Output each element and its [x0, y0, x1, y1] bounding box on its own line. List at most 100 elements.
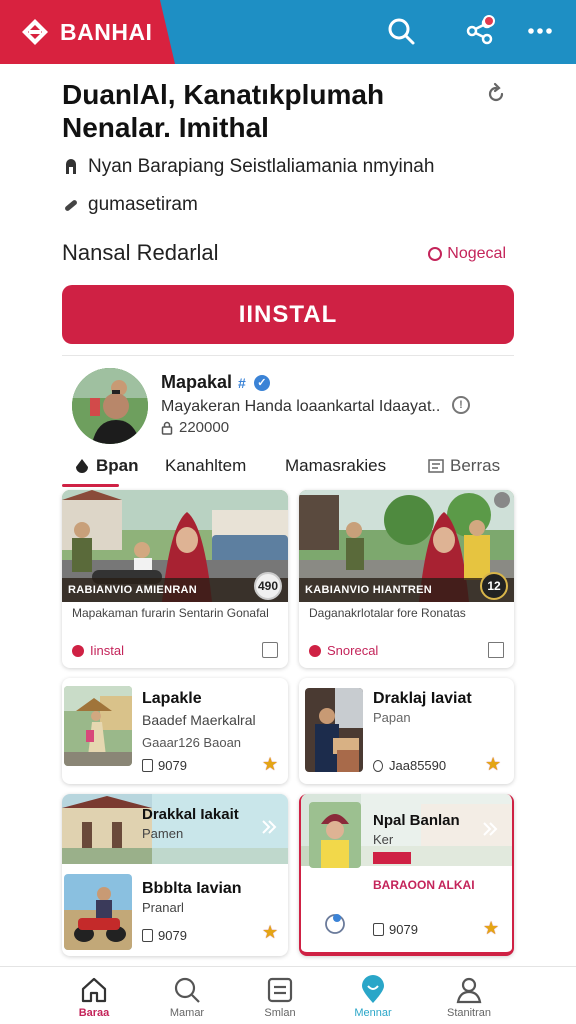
home-icon — [81, 977, 107, 1003]
star-icon[interactable]: ★ — [262, 922, 278, 943]
nav-label: Mamar — [169, 1007, 205, 1019]
list-subtitle-2: Gaaar126 Baoan — [142, 735, 242, 750]
more-button[interactable] — [523, 14, 557, 48]
brand-logo-icon — [20, 17, 50, 47]
tab-berras[interactable]: Berras — [428, 456, 500, 476]
list-title: Npal Banlan — [373, 812, 460, 829]
share-button[interactable] — [463, 14, 497, 48]
tab-label: Berras — [450, 456, 501, 475]
file-icon — [373, 923, 384, 936]
nav-label: Smlan — [264, 1007, 296, 1019]
title-line-1: DuanlAl, Kanatıkplumah — [62, 79, 385, 110]
feature-action[interactable]: Snorecal — [309, 643, 378, 658]
brand-title: BANHAI — [60, 18, 153, 45]
list-title: Bbblta Iavian — [142, 880, 242, 897]
list-subtitle: Ker — [373, 832, 394, 847]
chevron-right-icon[interactable] — [481, 820, 499, 838]
feature-badge: 12 — [480, 572, 508, 600]
tag-icon — [65, 200, 77, 211]
bookmark-icon[interactable] — [262, 642, 278, 658]
list-thumbnail — [305, 688, 363, 772]
list-subtitle: Pamen — [142, 826, 184, 841]
list-stat: 9079 — [373, 922, 418, 937]
nav-profile[interactable]: Stanitran — [419, 975, 519, 1019]
more-icon — [528, 28, 552, 34]
profile-name[interactable]: Mapakal # ✓ — [161, 372, 270, 393]
list-item-selected[interactable]: Npal Banlan Ker BARAOON ALKAI 9079 ★ — [299, 794, 514, 956]
star-icon[interactable]: ★ — [262, 754, 278, 775]
list-stat: Jaa85590 — [373, 758, 446, 773]
file-icon — [142, 929, 153, 942]
list-stat-text: 9079 — [158, 758, 187, 773]
section-link[interactable]: Nogecal — [428, 245, 506, 263]
bottom-navigation: Baraa Mamar Smlan Mennar Stanitran — [0, 966, 576, 1024]
feature-action-label: Snorecal — [327, 643, 379, 658]
profile-icon — [456, 977, 482, 1004]
refresh-button[interactable] — [484, 82, 508, 106]
circle-icon — [428, 247, 443, 261]
chevron-right-icon[interactable] — [260, 818, 278, 836]
title-line-2: Nenalar. Imithal — [62, 112, 269, 143]
hash-icon: # — [238, 374, 246, 391]
brand[interactable]: BANHAI — [0, 0, 175, 64]
feature-image: RABIANVIO AMIENRAN 490 — [62, 490, 288, 602]
location-add-icon[interactable] — [323, 912, 347, 936]
tab-bar: Bpan Kanahltem Mamasrakies Berras — [62, 452, 514, 488]
nav-home[interactable]: Baraa — [44, 975, 144, 1019]
tab-kanahltem[interactable]: Kanahltem — [165, 456, 246, 476]
list-thumbnail — [309, 802, 361, 868]
tag-row[interactable]: gumasetiram — [62, 194, 198, 216]
user-icon — [66, 159, 76, 174]
avatar[interactable] — [72, 368, 148, 444]
feature-image: KABIANVIO HIANTREN 12 — [299, 490, 514, 602]
profile-name-text: Mapakal — [161, 372, 233, 392]
install-dot-icon — [309, 644, 321, 657]
feature-card[interactable]: KABIANVIO HIANTREN 12 Daganakrlotalar fo… — [299, 490, 514, 668]
star-icon[interactable]: ★ — [485, 754, 501, 775]
list-highlight-text: BARAOON ALKAI — [373, 878, 475, 892]
profile-count: 220000 — [161, 419, 229, 436]
list-subtitle: Pranarl — [142, 900, 184, 915]
feature-action[interactable]: Iinstal — [72, 643, 124, 658]
list-subtitle: Papan — [373, 710, 411, 725]
flame-icon — [76, 459, 88, 473]
pink-tag — [373, 852, 411, 864]
circle-icon — [373, 759, 383, 772]
lock-icon — [161, 421, 173, 435]
verified-icon: ✓ — [253, 374, 270, 391]
notification-dot — [483, 15, 495, 27]
info-icon[interactable]: ! — [452, 396, 470, 414]
list-item[interactable]: Draklaj Iaviat Papan Jaa85590 ★ — [299, 678, 514, 784]
nav-label: Stanitran — [446, 1007, 492, 1019]
star-icon[interactable]: ★ — [483, 918, 499, 939]
feature-card[interactable]: RABIANVIO AMIENRAN 490 Mapakaman furarin… — [62, 490, 288, 668]
nav-location[interactable]: Mennar — [323, 975, 423, 1019]
section-link-text: Nogecal — [447, 245, 506, 262]
author-row: Nyan Barapiang Seistlaliamania nmyinah — [62, 156, 434, 178]
list-item[interactable]: Drakkal Iakait Pamen Bbblta Iavian Prana… — [62, 794, 288, 956]
list-item[interactable]: Lapakle Baadef Maerkalral Gaaar126 Baoan… — [62, 678, 288, 784]
list-thumbnail — [64, 686, 132, 766]
tab-mamasrakies[interactable]: Mamasrakies — [285, 456, 386, 476]
divider — [62, 355, 514, 356]
profile-count-text: 220000 — [179, 419, 230, 436]
list-stat: 9079 — [142, 928, 187, 943]
search-button[interactable] — [384, 14, 418, 48]
list-thumbnail — [64, 874, 132, 950]
list-title: Draklaj Iaviat — [373, 690, 472, 707]
tab-label: Bpan — [96, 456, 139, 475]
feature-text: Mapakaman furarin Sentarin Gonafal — [72, 606, 269, 620]
install-button[interactable]: IINSTAL — [62, 285, 514, 344]
nav-search[interactable]: Mamar — [137, 975, 237, 1019]
location-icon — [362, 975, 384, 1003]
tab-bpan[interactable]: Bpan — [74, 456, 139, 476]
page-title: DuanlAl, Kanatıkplumah Nenalar. Imithal — [62, 78, 462, 144]
list-icon — [428, 459, 444, 473]
search-icon — [174, 977, 200, 1003]
list-stat-text: 9079 — [158, 928, 187, 943]
top-app-bar: BANHAI — [0, 0, 576, 64]
list-icon[interactable] — [488, 642, 504, 658]
install-dot-icon — [72, 644, 84, 657]
list-stat-text: Jaa85590 — [389, 758, 447, 773]
nav-inbox[interactable]: Smlan — [230, 975, 330, 1019]
